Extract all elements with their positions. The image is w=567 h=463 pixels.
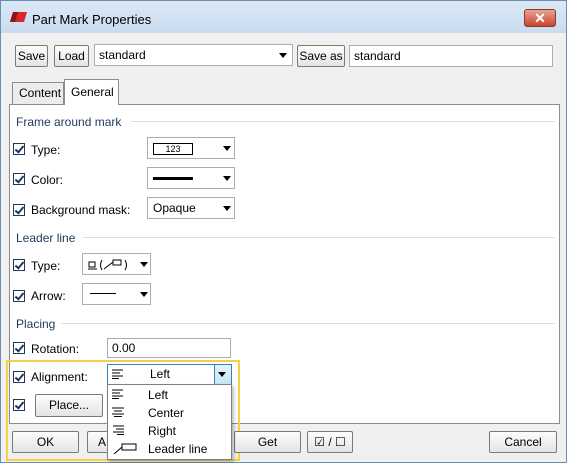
title-bar[interactable]: Part Mark Properties ✕	[1, 1, 566, 33]
section-divider	[131, 121, 555, 122]
alignment-option-label: Right	[148, 424, 177, 438]
alignment-option-left[interactable]: Left	[108, 386, 230, 404]
frame-section-title: Frame around mark	[16, 115, 122, 129]
alignment-value: Left	[150, 367, 171, 381]
chevron-down-icon	[218, 372, 226, 377]
alignment-option-label: Leader line	[148, 442, 208, 456]
background-mask-label: Background mask:	[31, 203, 131, 217]
background-mask-value: Opaque	[153, 201, 196, 215]
section-divider	[83, 237, 555, 238]
frame-type-label: Type:	[31, 143, 61, 157]
get-button[interactable]: Get	[234, 431, 301, 453]
chevron-down-icon	[223, 176, 231, 181]
chevron-down-icon	[279, 53, 287, 58]
frame-color-select[interactable]	[147, 167, 235, 189]
alignment-option-right[interactable]: Right	[108, 422, 230, 440]
alignment-option-center[interactable]: Center	[108, 404, 230, 422]
leader-type-label: Type:	[31, 259, 61, 273]
cancel-button[interactable]: Cancel	[489, 431, 557, 453]
place-button[interactable]: Place...	[35, 394, 103, 417]
save-as-button[interactable]: Save as	[297, 45, 345, 67]
leader-section-title: Leader line	[16, 231, 76, 245]
rotation-input[interactable]: 0.00	[107, 338, 231, 358]
tab-content[interactable]: Content	[12, 82, 64, 104]
align-left-icon	[112, 369, 123, 379]
load-button[interactable]: Load	[54, 45, 89, 67]
leader-type-checkbox[interactable]	[13, 259, 25, 271]
place-checkbox[interactable]	[13, 399, 25, 411]
alignment-select[interactable]: Left	[107, 364, 232, 385]
save-as-input[interactable]: standard	[349, 45, 553, 67]
leader-type-select[interactable]	[82, 253, 151, 275]
arrow-label: Arrow:	[31, 289, 66, 303]
arrow-style-preview	[90, 293, 116, 294]
alignment-checkbox[interactable]	[13, 371, 25, 383]
frame-color-label: Color:	[31, 173, 64, 187]
window-title: Part Mark Properties	[32, 12, 152, 27]
frame-color-checkbox[interactable]	[13, 173, 25, 185]
arrow-checkbox[interactable]	[13, 290, 25, 302]
close-button[interactable]: ✕	[524, 9, 556, 27]
leader-line-icon	[113, 443, 137, 455]
preset-value: standard	[99, 48, 146, 62]
alignment-dropdown-button[interactable]	[214, 365, 231, 384]
leader-type-icon	[88, 259, 127, 271]
ok-button[interactable]: OK	[12, 431, 79, 453]
align-center-icon	[112, 407, 124, 417]
align-right-icon	[113, 425, 124, 435]
preset-select[interactable]: standard	[94, 44, 293, 66]
align-left-icon	[112, 389, 123, 399]
rotation-checkbox[interactable]	[13, 342, 25, 354]
arrow-select[interactable]	[82, 283, 151, 305]
frame-type-preview: 123	[153, 143, 193, 155]
alignment-dropdown-list: Left Center Right Leader line	[107, 384, 232, 460]
frame-type-select[interactable]: 123	[147, 137, 235, 159]
tab-general[interactable]: General	[64, 79, 119, 105]
frame-type-checkbox[interactable]	[13, 143, 25, 155]
toggle-all-button[interactable]: ☑ / ☐	[307, 431, 353, 453]
part-mark-icon	[10, 12, 27, 22]
section-divider	[61, 323, 555, 324]
chevron-down-icon	[140, 262, 148, 267]
background-mask-checkbox[interactable]	[13, 204, 25, 216]
dialog-window: Part Mark Properties ✕ Save Load standar…	[0, 0, 567, 463]
color-swatch	[153, 177, 193, 180]
chevron-down-icon	[140, 292, 148, 297]
save-button[interactable]: Save	[15, 45, 48, 67]
alignment-option-label: Center	[148, 406, 185, 420]
alignment-option-label: Left	[148, 388, 169, 402]
alignment-option-leader-line[interactable]: Leader line	[108, 440, 230, 458]
chevron-down-icon	[223, 206, 231, 211]
alignment-label: Alignment:	[31, 370, 88, 384]
rotation-label: Rotation:	[31, 342, 80, 356]
close-icon: ✕	[534, 10, 546, 26]
chevron-down-icon	[223, 146, 231, 151]
background-mask-select[interactable]: Opaque	[147, 197, 235, 219]
placing-section-title: Placing	[16, 317, 56, 331]
